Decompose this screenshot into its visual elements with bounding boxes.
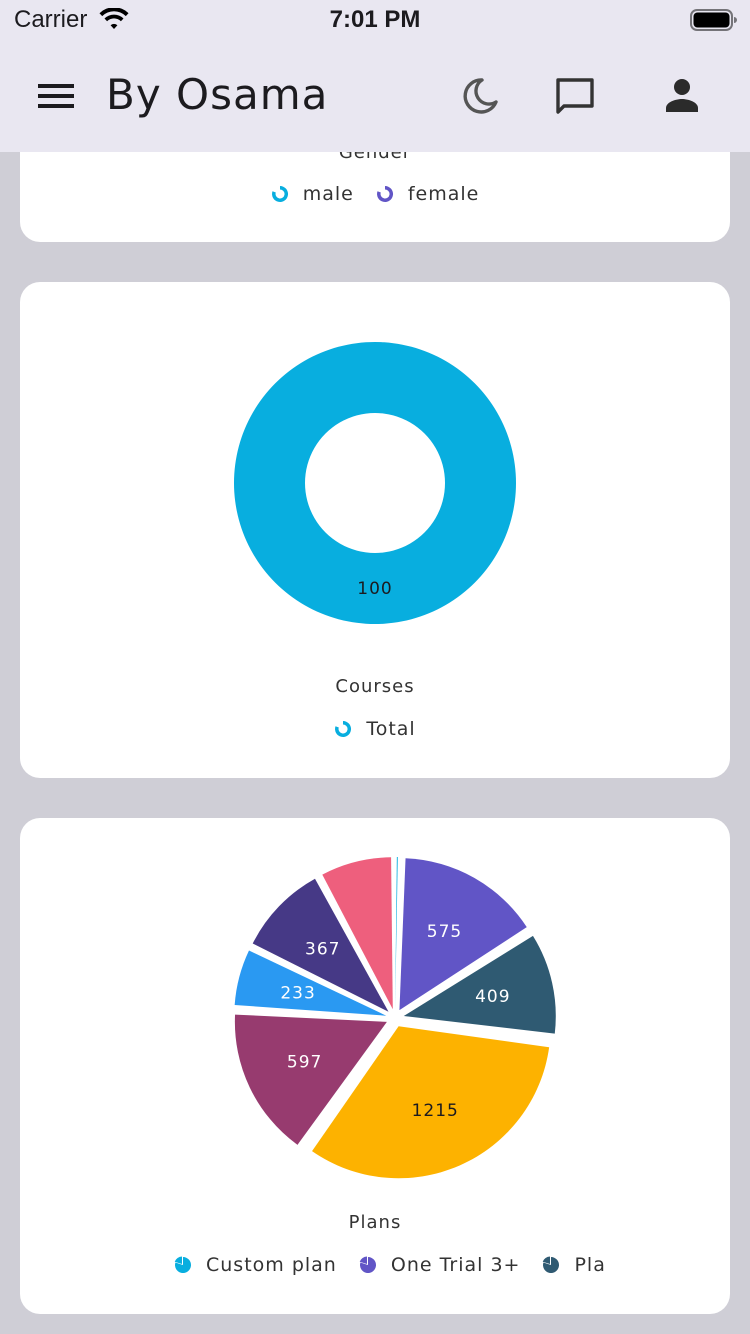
legend-label: Pla	[574, 1254, 606, 1276]
pie-data-label: 233	[280, 984, 315, 1004]
legend-label: male	[302, 183, 354, 205]
courses-chart-card: 100 Courses Total	[20, 282, 730, 778]
plans-legend: Custom plan One Trial 3+ Pla	[20, 1250, 730, 1280]
dark-mode-button[interactable]	[458, 74, 502, 118]
pie-data-label: 367	[305, 940, 340, 960]
doughnut-legend-icon	[376, 185, 393, 202]
messages-button[interactable]	[553, 74, 597, 118]
courses-legend: Total	[20, 714, 730, 744]
pie-legend-icon	[174, 1256, 191, 1273]
courses-chart-title: Courses	[335, 676, 415, 697]
moon-icon	[463, 78, 498, 114]
legend-item-one-trial[interactable]: One Trial 3+	[359, 1254, 521, 1276]
app-title: By Osama	[106, 70, 329, 119]
legend-item-plan-truncated[interactable]: Pla	[542, 1254, 634, 1276]
pie-data-label: 1215	[412, 1101, 459, 1121]
status-bar: Carrier 7:01 PM	[0, 0, 750, 40]
person-icon	[666, 79, 698, 112]
plans-pie-chart: 575 409 1215 597 233 367	[234, 857, 556, 1179]
pie-data-label: 409	[475, 987, 510, 1007]
plans-chart-title: Plans	[348, 1212, 402, 1233]
pie-data-label: 575	[427, 922, 462, 942]
legend-label: One Trial 3+	[390, 1254, 521, 1276]
legend-item-female[interactable]: female	[376, 183, 480, 205]
data-label-total: 100	[357, 579, 392, 599]
doughnut-legend-icon	[335, 720, 352, 737]
plans-chart-card: 575 409 1215 597 233 367 Plans Custom plan On…	[20, 818, 730, 1314]
menu-button[interactable]	[36, 80, 76, 112]
legend-item-total[interactable]: Total	[334, 718, 415, 740]
pie-slice[interactable]	[395, 857, 398, 1010]
chat-icon	[556, 78, 594, 114]
legend-item-male[interactable]: male	[271, 183, 354, 205]
pie-data-label: 597	[287, 1052, 322, 1072]
legend-item-custom-plan[interactable]: Custom plan	[174, 1254, 337, 1276]
clock: 7:01 PM	[329, 6, 421, 33]
app-bar: By Osama	[0, 40, 750, 152]
legend-label: Custom plan	[206, 1254, 337, 1276]
profile-button[interactable]	[660, 74, 704, 118]
menu-icon	[38, 84, 74, 108]
courses-doughnut-chart: 100	[233, 342, 516, 624]
battery-icon	[690, 8, 738, 36]
legend-label: Total	[366, 718, 416, 740]
legend-label: female	[407, 183, 480, 205]
pie-legend-icon	[359, 1256, 376, 1273]
gender-legend: male female	[20, 179, 730, 209]
pie-legend-icon	[543, 1256, 560, 1273]
doughnut-legend-icon	[271, 185, 288, 202]
